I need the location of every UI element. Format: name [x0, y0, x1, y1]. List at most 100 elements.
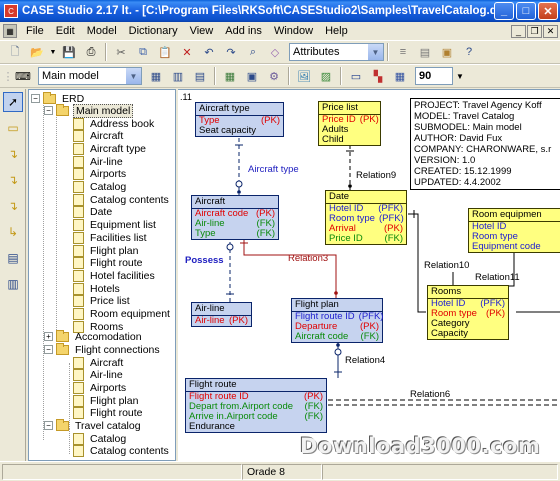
menu-model[interactable]: Model: [81, 25, 123, 37]
menu-view[interactable]: View: [184, 25, 220, 37]
model-info-box[interactable]: PROJECT: Travel Agency Koff MODEL: Travel…: [410, 98, 560, 190]
document-report-icon[interactable]: ▤: [415, 43, 435, 61]
tree-node-travel-catalog[interactable]: − Travel catalog: [44, 418, 143, 432]
tree-item-catalog-contents[interactable]: Catalog contents: [73, 193, 171, 206]
zoom-spinner-icon[interactable]: ▼: [454, 67, 466, 85]
tree-item-flight-plan[interactable]: Flight plan: [73, 244, 140, 257]
entity-price-list[interactable]: Price list Price ID (PK) Adults Child: [318, 101, 381, 146]
layout-icon[interactable]: ▭: [346, 67, 366, 85]
print-icon[interactable]: ⎙: [81, 43, 101, 61]
mdi-restore-button[interactable]: ❐: [527, 24, 542, 38]
expand-icon[interactable]: +: [44, 332, 53, 341]
tree-item-aircraft[interactable]: Aircraft: [73, 356, 125, 369]
model-tree[interactable]: − ERD − Main model Address book Aircraft A…: [28, 89, 176, 461]
table-grid-icon[interactable]: ▥: [168, 67, 188, 85]
options-icon[interactable]: ▣: [437, 43, 457, 61]
relation-label-relation3[interactable]: Relation3: [288, 253, 328, 264]
document-icon[interactable]: ▦: [3, 24, 17, 38]
non-identifying-relation-icon[interactable]: ↴: [3, 170, 23, 190]
eraser-icon[interactable]: ◇: [265, 43, 285, 61]
relation-label-relation11[interactable]: Relation11: [475, 272, 520, 283]
tree-item-aircraft[interactable]: Aircraft: [73, 130, 125, 143]
keyboard-icon[interactable]: ⌨: [13, 67, 33, 85]
zoom-combo[interactable]: 90: [415, 67, 453, 85]
model-combo[interactable]: Main model ▼: [38, 67, 142, 85]
relation-label-relation9[interactable]: Relation9: [356, 170, 396, 181]
tree-item-flight-route[interactable]: Flight route: [73, 407, 145, 420]
colors-icon[interactable]: ▚: [368, 67, 388, 85]
menu-add-ins[interactable]: Add ins: [219, 25, 268, 37]
menu-window[interactable]: Window: [268, 25, 319, 37]
tree-item-facilities-list[interactable]: Facilities list: [73, 231, 149, 244]
tools-icon[interactable]: ⚙: [264, 67, 284, 85]
tree-item-airports[interactable]: Airports: [73, 168, 128, 181]
entity-date[interactable]: Date Hotel ID (PFK) Room type (PFK) Arrival (P…: [325, 190, 407, 245]
maximize-button[interactable]: □: [516, 2, 536, 20]
relation-label-relation10[interactable]: Relation10: [424, 260, 469, 271]
paste-icon[interactable]: 📋: [155, 43, 175, 61]
tree-item-catalog[interactable]: Catalog: [73, 432, 128, 445]
undo-icon[interactable]: ↶: [199, 43, 219, 61]
table-icon[interactable]: ▦: [146, 67, 166, 85]
relation-label-relation4[interactable]: Relation4: [345, 355, 385, 366]
tree-item-aircraft-type[interactable]: Aircraft type: [73, 142, 148, 155]
tree-item-flight-route[interactable]: Flight route: [73, 257, 145, 270]
table-list-icon[interactable]: ▤: [190, 67, 210, 85]
pointer-icon[interactable]: ➚: [3, 92, 23, 112]
tree-item-air-line[interactable]: Air-line: [73, 369, 125, 382]
grid-icon[interactable]: ▦: [390, 67, 410, 85]
note-icon[interactable]: ▤: [3, 248, 23, 268]
relation-icon[interactable]: ↴: [3, 196, 23, 216]
copy-icon[interactable]: ⧉: [133, 43, 153, 61]
tree-item-airports[interactable]: Airports: [73, 381, 128, 394]
tree-item-hotel-facilities[interactable]: Hotel facilities: [73, 269, 157, 282]
relation-label-aircraft-type[interactable]: Aircraft type: [248, 164, 299, 175]
entity-icon[interactable]: ▭: [3, 118, 23, 138]
new-icon[interactable]: 🗋: [5, 43, 25, 61]
menu-dictionary[interactable]: Dictionary: [123, 25, 184, 37]
tree-item-flight-plan[interactable]: Flight plan: [73, 394, 140, 407]
tree-item-address-book[interactable]: Address book: [73, 117, 156, 130]
collapse-icon[interactable]: −: [44, 345, 53, 354]
close-button[interactable]: ✕: [538, 2, 558, 20]
app-icon[interactable]: C: [4, 4, 18, 18]
mdi-close-button[interactable]: ✕: [543, 24, 558, 38]
tree-node-flight-connections[interactable]: − Flight connections: [44, 342, 162, 356]
entity-aircraft[interactable]: Aircraft Aircraft code (PK) Air-line (FK) Typ…: [191, 195, 279, 240]
collapse-icon[interactable]: −: [44, 421, 53, 430]
entity-flight-route[interactable]: Flight route Flight route ID (PK) Depart fr…: [185, 378, 327, 433]
tree-item-air-line[interactable]: Air-line: [73, 155, 125, 168]
minimize-button[interactable]: _: [494, 2, 514, 20]
entity-rooms[interactable]: Rooms Hotel ID (PFK) Room type (PK) Category C…: [427, 285, 509, 340]
entity-aircraft-type[interactable]: Aircraft type Type (PK) Seat capacity: [195, 102, 284, 137]
help-icon[interactable]: ?: [459, 43, 479, 61]
tree-item-price-list[interactable]: Price list: [73, 295, 132, 308]
menu-help[interactable]: Help: [319, 25, 354, 37]
entity-flight-plan[interactable]: Flight plan Flight route ID (PFK) Departure…: [291, 298, 383, 343]
chevron-down-icon[interactable]: ▼: [126, 68, 141, 84]
tree-item-date[interactable]: Date: [73, 206, 114, 219]
tree-item-catalog[interactable]: Catalog: [73, 181, 128, 194]
identifying-relation-icon[interactable]: ↴: [3, 144, 23, 164]
find-icon[interactable]: ⌕: [243, 43, 263, 61]
collapse-icon[interactable]: −: [31, 94, 40, 103]
delete-icon[interactable]: ✕: [177, 43, 197, 61]
menu-edit[interactable]: Edit: [50, 25, 81, 37]
generate-icon[interactable]: ▦: [220, 67, 240, 85]
open-icon[interactable]: 📂: [27, 43, 47, 61]
picture-icon[interactable]: ▨: [316, 67, 336, 85]
entity-room-equipment[interactable]: Room equipmen Hotel ID Room type Equipment …: [468, 208, 560, 253]
report-icon[interactable]: ≡: [393, 43, 413, 61]
cut-icon[interactable]: ✂: [111, 43, 131, 61]
entity-air-line[interactable]: Air-line Air-line (PK): [191, 302, 252, 327]
mdi-minimize-button[interactable]: _: [511, 24, 526, 38]
redo-icon[interactable]: ↷: [221, 43, 241, 61]
view-icon[interactable]: ▥: [3, 274, 23, 294]
relation-label-relation6[interactable]: Relation6: [410, 389, 450, 400]
relation-label-possess[interactable]: Possess: [185, 255, 224, 266]
tree-item-equipment-list[interactable]: Equipment list: [73, 219, 158, 232]
tree-item-room-equipment[interactable]: Room equipment: [73, 308, 172, 321]
tree-node-main-model[interactable]: − Main model: [44, 103, 134, 118]
check-icon[interactable]: ▣: [242, 67, 262, 85]
attributes-combo[interactable]: Attributes ▼: [289, 43, 384, 61]
